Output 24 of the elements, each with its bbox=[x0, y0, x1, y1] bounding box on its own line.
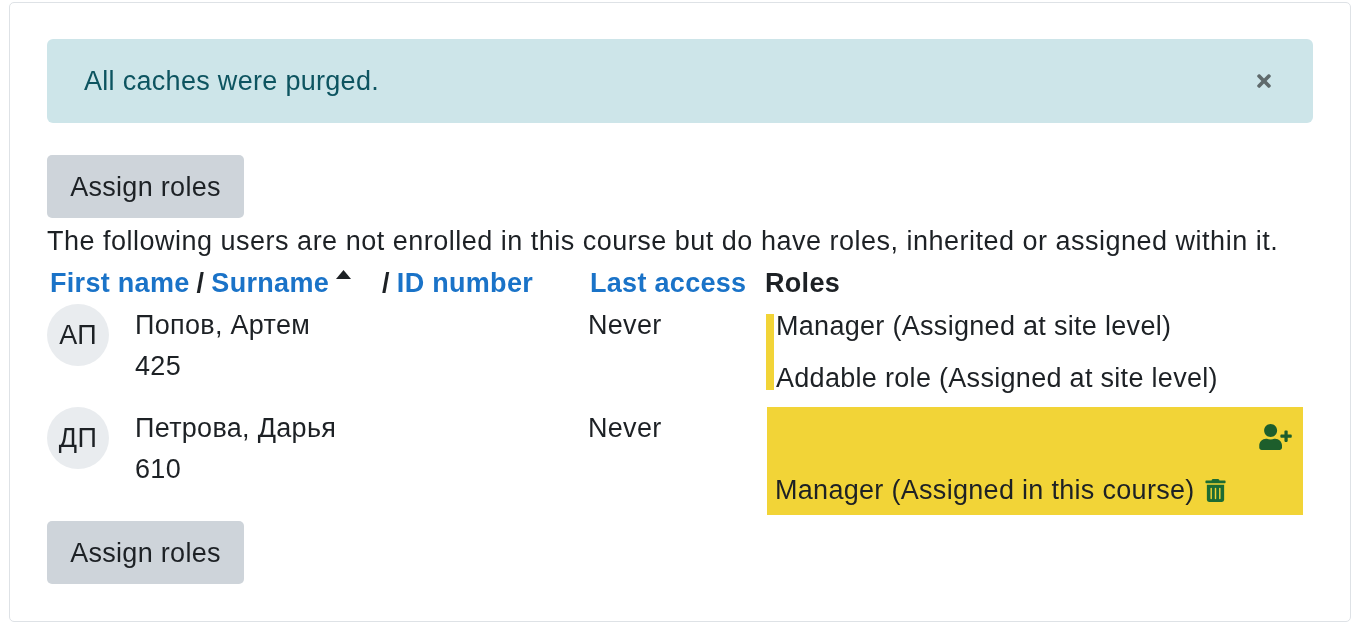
intro-text: The following users are not enrolled in this course but do have roles, inherited or assigned within it. bbox=[47, 225, 1280, 258]
last-access-text: Never bbox=[588, 413, 662, 443]
id-number: 610 bbox=[135, 453, 182, 486]
id-number: 425 bbox=[135, 350, 182, 383]
role-assignment-text: Addable role (Assigned at site level) bbox=[776, 362, 1218, 395]
avatar-initials: АП bbox=[47, 304, 109, 366]
role-assignment-text: Manager (Assigned in this course) bbox=[775, 474, 1195, 507]
user-name: Попов, Артем bbox=[135, 309, 311, 342]
header-separator: / bbox=[196, 267, 205, 300]
assign-roles-button[interactable]: Assign roles bbox=[47, 155, 244, 218]
add-role-icon[interactable] bbox=[1259, 424, 1292, 450]
last-access-text: Never bbox=[588, 310, 662, 340]
avatar-initials: ДП bbox=[47, 407, 109, 469]
column-header: Roles bbox=[765, 268, 841, 298]
alert-message: All caches were purged. bbox=[84, 65, 380, 98]
column-sort-link[interactable]: Surname bbox=[211, 263, 329, 303]
assign-roles-button[interactable]: Assign roles bbox=[47, 521, 244, 584]
column-sort-link[interactable]: ID number bbox=[396, 263, 534, 303]
trash-icon[interactable] bbox=[1204, 478, 1226, 502]
column-sort-link[interactable]: First name bbox=[50, 263, 190, 303]
header-separator: / bbox=[382, 267, 390, 300]
role-assignment-text: Manager (Assigned at site level) bbox=[776, 310, 1172, 343]
user-name: Петрова, Дарья bbox=[135, 412, 337, 445]
column-sort-link[interactable]: Last access bbox=[590, 268, 747, 298]
